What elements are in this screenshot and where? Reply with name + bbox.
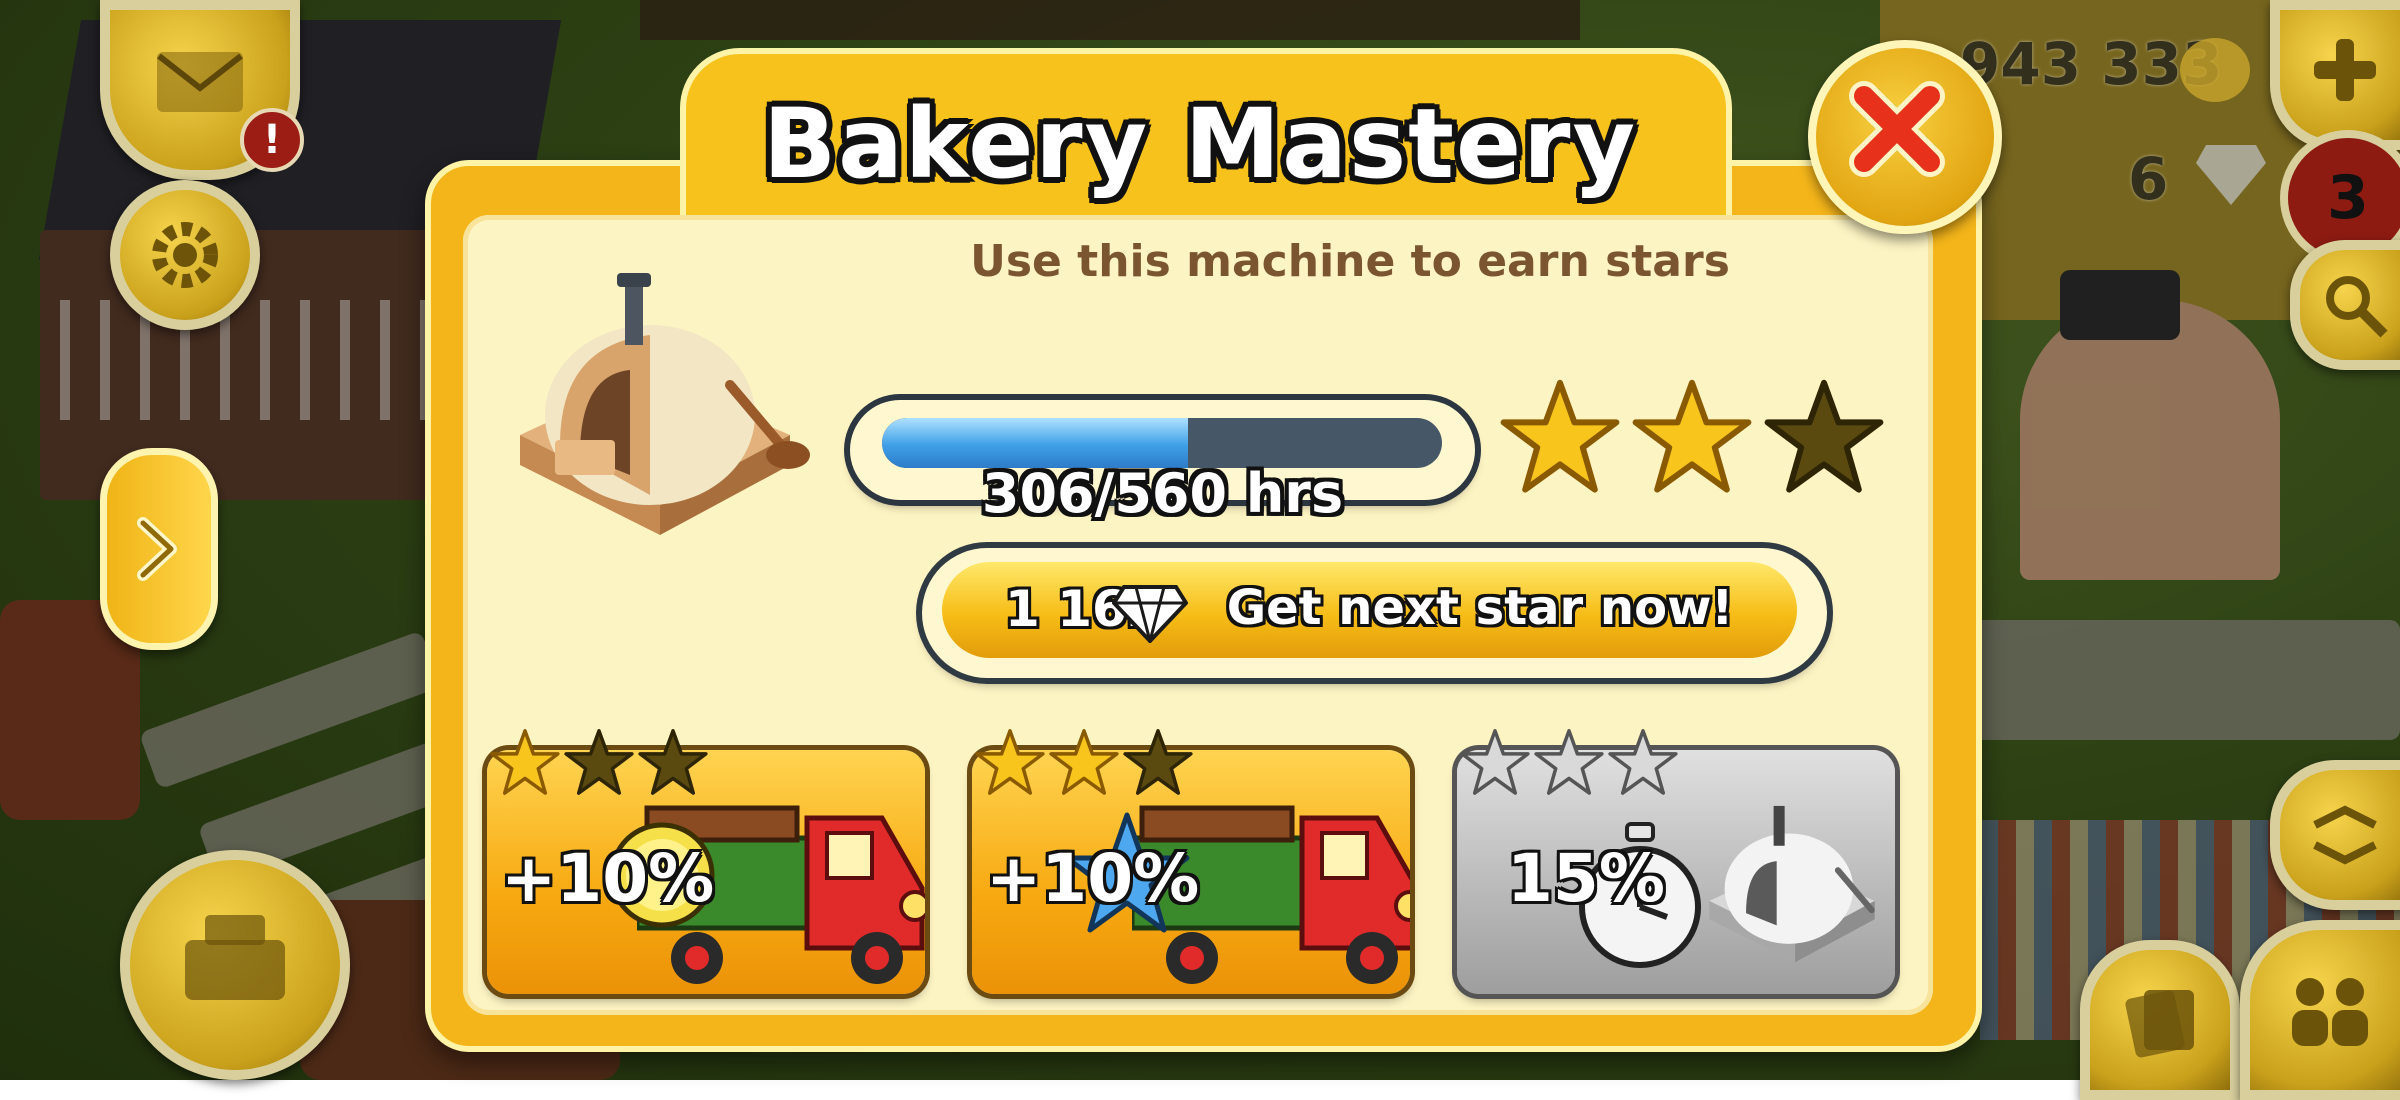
cards-button[interactable]: [2080, 940, 2240, 1100]
mail-alert-badge: !: [240, 108, 304, 172]
mastery-stars: [1500, 378, 1900, 508]
dialog-title: Bakery Mastery: [762, 88, 1638, 200]
close-icon: [1849, 81, 1945, 177]
reward-stars: [490, 728, 730, 808]
coin-icon: [2180, 38, 2250, 102]
star-empty-icon: [1123, 729, 1193, 795]
cash-register-icon: [185, 915, 285, 1000]
get-next-star-label: Get next star now!: [1226, 580, 1734, 636]
chevron-right-icon: [137, 517, 177, 581]
mastery-progress-fill: [882, 418, 1188, 468]
expand-arrows-icon: [2313, 805, 2377, 865]
reward-stars: [1460, 728, 1700, 808]
close-button[interactable]: [1808, 40, 2002, 234]
star-locked-icon: [1460, 729, 1530, 795]
dialog-subtitle: Use this machine to earn stars: [970, 236, 1730, 287]
gear-icon: [152, 222, 218, 288]
reward-label: +10%: [501, 840, 715, 917]
friends-icon: [2292, 978, 2368, 1046]
reward-stars: [975, 728, 1215, 808]
diamond-count: 6: [2128, 145, 2169, 213]
star-filled-icon: [1632, 379, 1752, 493]
diamond-icon: [2196, 145, 2266, 205]
settings-button[interactable]: [110, 180, 260, 330]
search-button[interactable]: [2290, 240, 2400, 370]
cards-icon: [2125, 990, 2194, 1058]
star-filled-icon: [1500, 379, 1620, 493]
envelope-icon: [157, 52, 243, 112]
progress-label: 306/560 hrs: [981, 462, 1344, 525]
reward-label: +10%: [986, 840, 1200, 917]
mastery-progress-bar: [882, 418, 1442, 468]
star-filled-icon: [975, 729, 1045, 795]
star-locked-icon: [1534, 729, 1604, 795]
friends-button[interactable]: [2240, 920, 2400, 1100]
bakery-oven-icon: [1709, 805, 1875, 963]
expand-view-button[interactable]: [2270, 760, 2400, 910]
next-machine-button[interactable]: [100, 448, 218, 650]
magnifier-icon: [2326, 276, 2388, 338]
buy-currency-button[interactable]: [2270, 0, 2400, 150]
diamond-icon: [1112, 585, 1188, 643]
shop-button[interactable]: [120, 850, 350, 1080]
bakery-oven-icon: [520, 273, 810, 535]
plus-icon: [2314, 39, 2376, 101]
star-empty-icon: [638, 729, 708, 795]
star-filled-icon: [1049, 729, 1119, 795]
star-empty-icon: [1764, 379, 1884, 493]
reward-label: 15%: [1507, 840, 1665, 917]
star-locked-icon: [1608, 729, 1678, 795]
star-filled-icon: [490, 729, 560, 795]
star-empty-icon: [564, 729, 634, 795]
